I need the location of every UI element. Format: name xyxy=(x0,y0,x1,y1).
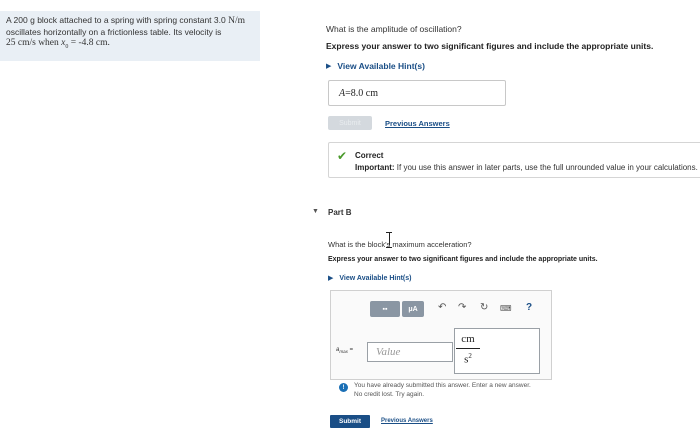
part-b-label: Part B xyxy=(328,208,352,217)
undo-icon[interactable]: ↶ xyxy=(438,302,446,313)
problem-statement: A 200 g block attached to a spring with … xyxy=(0,11,260,61)
part-a-previous-answers-link[interactable]: Previous Answers xyxy=(385,119,450,128)
caret-right-icon: ▶ xyxy=(328,275,334,282)
info-message: You have already submitted this answer. … xyxy=(354,382,531,398)
value-input[interactable]: Value xyxy=(367,342,453,362)
caret-right-icon: ▶ xyxy=(326,63,332,70)
problem-line-2: oscillates horizontally on a frictionles… xyxy=(6,27,222,37)
collapse-caret-icon[interactable]: ▼ xyxy=(312,208,319,215)
part-b-hints-link[interactable]: ▶ View Available Hint(s) xyxy=(328,274,412,283)
part-b-instructions: Express your answer to two significant f… xyxy=(328,256,598,263)
text-cursor-icon xyxy=(385,232,393,248)
part-a-instructions: Express your answer to two significant f… xyxy=(326,41,654,51)
checkmark-icon: ✔ xyxy=(337,149,348,163)
unit-numerator: cm xyxy=(461,333,475,345)
part-a-hints-link[interactable]: ▶ View Available Hint(s) xyxy=(326,61,425,71)
help-button[interactable]: ? xyxy=(526,302,532,313)
part-b-question: What is the block's maximum acceleration… xyxy=(328,240,472,249)
part-a-answer-box: A = 8.0 cm xyxy=(328,80,506,106)
info-icon: ! xyxy=(339,383,348,392)
part-a-submit-button[interactable]: Submit xyxy=(328,116,372,130)
feedback-status: Correct xyxy=(355,151,384,160)
problem-line-3: 25 cm/s when x0 = -4.8 cm. xyxy=(6,38,110,50)
unit-fraction-bar xyxy=(456,348,480,349)
problem-line-1: A 200 g block attached to a spring with … xyxy=(6,15,245,26)
feedback-important: Important: If you use this answer in lat… xyxy=(355,163,698,172)
reset-icon[interactable]: ↻ xyxy=(480,302,488,313)
amax-label: amax = xyxy=(336,347,354,355)
redo-icon[interactable]: ↷ xyxy=(458,302,466,313)
templates-icon: ▪▪ xyxy=(382,305,388,313)
units-button[interactable]: μA xyxy=(402,301,424,317)
unit-denominator: s2 xyxy=(464,352,472,366)
mu-a-icon: μA xyxy=(408,305,418,313)
part-b-previous-answers-link[interactable]: Previous Answers xyxy=(381,418,433,424)
part-a-question: What is the amplitude of oscillation? xyxy=(326,24,462,34)
templates-button[interactable]: ▪▪ xyxy=(370,301,400,317)
part-a-feedback: ✔ Correct Important: If you use this ans… xyxy=(328,142,700,178)
part-b-submit-button[interactable]: Submit xyxy=(330,415,370,428)
keyboard-icon[interactable]: ⌨ xyxy=(500,304,512,313)
